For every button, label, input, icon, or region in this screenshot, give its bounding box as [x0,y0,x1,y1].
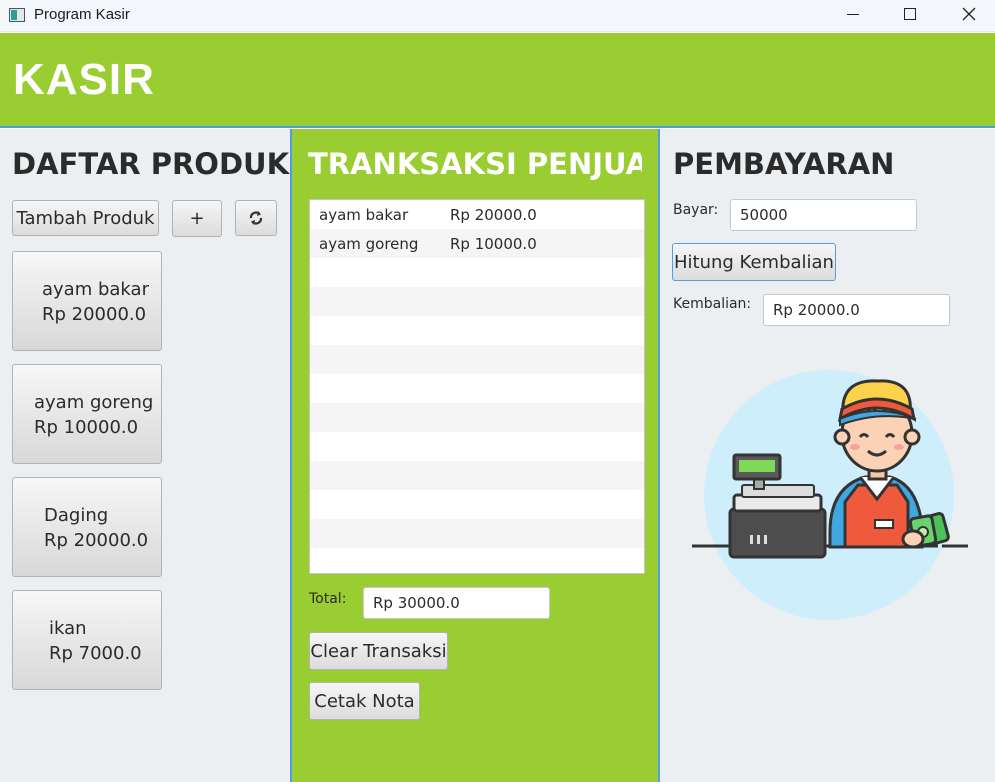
window-title: Program Kasir [34,6,130,23]
product-price: Rp 20000.0 [42,304,147,325]
payment-panel: PEMBAYARAN Bayar: Hitung Kembalian Kemba… [660,129,995,782]
transaction-panel-heading: TRANKSAKSI PENJUA... [308,147,642,181]
empty-row [310,490,644,519]
product-button-ayam-bakar[interactable]: ayam bakar Rp 20000.0 [12,251,162,351]
product-panel: DAFTAR PRODUK Tambah Produk + ayam bakar… [0,129,290,782]
close-icon [962,7,976,21]
product-panel-heading: DAFTAR PRODUK [12,147,290,181]
payment-panel-heading: PEMBAYARAN [673,147,895,181]
plus-button[interactable]: + [172,200,222,237]
item-name: ayam goreng [319,235,419,253]
product-button-ikan[interactable]: ikan Rp 7000.0 [12,590,162,690]
refresh-button[interactable] [235,200,277,236]
print-receipt-button[interactable]: Cetak Nota [309,682,420,720]
total-field[interactable] [363,587,550,619]
maximize-icon [904,8,916,20]
list-item[interactable]: ayam bakar Rp 20000.0 [310,200,644,229]
empty-row [310,403,644,432]
product-button-ayam-goreng[interactable]: ayam goreng Rp 10000.0 [12,364,162,464]
refresh-icon [249,211,263,225]
item-price: Rp 10000.0 [450,235,537,253]
empty-row [310,461,644,490]
empty-row [310,316,644,345]
item-price: Rp 20000.0 [450,206,537,224]
transaction-panel: TRANKSAKSI PENJUA... ayam bakar Rp 20000… [290,129,660,782]
empty-row [310,345,644,374]
product-price: Rp 7000.0 [49,643,142,664]
calculate-change-button[interactable]: Hitung Kembalian [672,243,836,281]
maximize-button[interactable] [887,0,933,32]
minimize-button[interactable] [830,0,876,32]
add-product-button[interactable]: Tambah Produk [12,200,159,236]
app-title: KASIR [13,55,155,104]
product-name: Daging [44,505,109,526]
list-item[interactable]: ayam goreng Rp 10000.0 [310,229,644,258]
empty-row [310,432,644,461]
transaction-list[interactable]: ayam bakar Rp 20000.0 ayam goreng Rp 100… [309,199,645,574]
app-icon [9,8,25,22]
empty-row [310,519,644,548]
cashier-illustration [692,370,968,620]
product-name: ayam bakar [42,279,149,300]
empty-row [310,374,644,403]
kembalian-field[interactable] [763,294,950,326]
minimize-icon [847,13,859,15]
product-button-daging[interactable]: Daging Rp 20000.0 [12,477,162,577]
kembalian-label: Kembalian: [673,296,752,312]
bayar-field[interactable] [730,199,917,231]
empty-row [310,287,644,316]
close-button[interactable] [946,0,992,32]
title-bar: Program Kasir [0,0,995,32]
app-header: KASIR [0,33,995,128]
clear-transaction-button[interactable]: Clear Transaksi [309,632,448,670]
empty-row [310,548,644,573]
product-name: ikan [49,618,87,639]
bayar-label: Bayar: [673,202,719,218]
product-price: Rp 20000.0 [44,530,149,551]
product-name: ayam goreng [34,392,154,413]
total-label: Total: [309,591,347,607]
empty-row [310,258,644,287]
product-price: Rp 10000.0 [34,417,139,438]
item-name: ayam bakar [319,206,409,224]
